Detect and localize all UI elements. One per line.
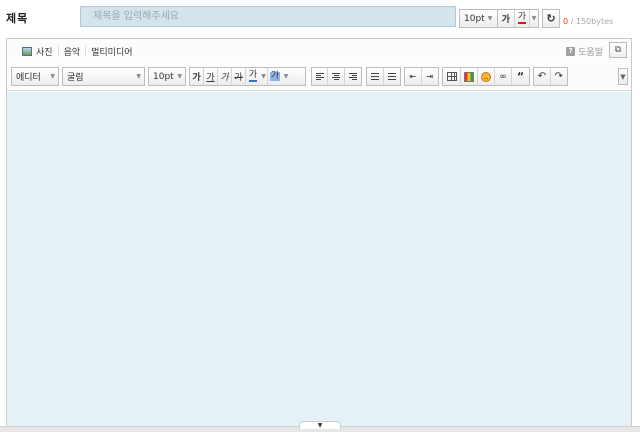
- chevron-down-icon: ▼: [531, 15, 537, 22]
- title-format-group: 가 가 ▼: [497, 9, 539, 28]
- editor: 사진 음악 멀티미디어 ? 도움말 ⧉ 에디터 ▼ 굴림 ▼ 10pt ▼ 가 …: [6, 38, 632, 426]
- align-center-icon: [332, 73, 341, 80]
- redo-button[interactable]: ↷: [551, 68, 567, 85]
- attach-multimedia-label: 멀티미디어: [91, 47, 133, 58]
- font-select[interactable]: 굴림 ▼: [62, 67, 145, 86]
- indent-group: ⇤ ⇥: [404, 67, 439, 86]
- photo-icon: [22, 46, 32, 56]
- bg-color-label: 가: [269, 71, 281, 81]
- chevron-down-icon: ▼: [620, 72, 626, 81]
- title-label: 제목: [6, 12, 29, 25]
- align-center-button[interactable]: [328, 68, 345, 85]
- bg-color-button[interactable]: 가: [268, 68, 282, 85]
- list-group: [366, 67, 401, 86]
- indent-button[interactable]: ⇥: [422, 68, 438, 85]
- color-palette-icon: [464, 71, 474, 82]
- undo-icon: ↶: [537, 71, 546, 82]
- title-color-button[interactable]: 가: [515, 10, 531, 27]
- strike-button[interactable]: 가: [232, 68, 246, 85]
- chevron-down-icon: ▼: [283, 73, 289, 80]
- refresh-icon: ↻: [546, 12, 556, 25]
- chevron-down-icon: ▼: [50, 73, 55, 80]
- align-group: [311, 67, 362, 86]
- underline-button[interactable]: 가: [204, 68, 218, 85]
- link-icon: ∞: [499, 71, 507, 82]
- insert-emoticon-button[interactable]: [478, 68, 495, 85]
- insert-quote-button[interactable]: “: [512, 68, 529, 85]
- outdent-icon: ⇤: [409, 72, 417, 81]
- attach-music-label: 음악: [63, 47, 81, 58]
- chevron-down-icon: ▼: [317, 422, 323, 429]
- chevron-down-icon: ▼: [136, 73, 141, 80]
- attach-photo-label: 사진: [36, 47, 53, 58]
- align-left-button[interactable]: [312, 68, 329, 85]
- align-right-button[interactable]: [345, 68, 361, 85]
- numbered-list-button[interactable]: [367, 68, 384, 85]
- bullet-list-button[interactable]: [384, 68, 400, 85]
- resize-handle[interactable]: ▼: [299, 421, 341, 429]
- editor-content-area[interactable]: [7, 92, 631, 426]
- help-link[interactable]: ? 도움말: [566, 45, 603, 58]
- font-color-label: 가: [248, 70, 258, 82]
- more-toolbar-button[interactable]: ▼: [618, 68, 628, 85]
- font-select-value: 굴림: [67, 73, 84, 83]
- redo-icon: ↷: [554, 71, 563, 82]
- style-select[interactable]: 에디터 ▼: [11, 67, 59, 86]
- attach-multimedia-button[interactable]: 멀티미디어: [86, 46, 137, 58]
- title-color-label: 가: [517, 12, 527, 24]
- size-select[interactable]: 10pt ▼: [148, 67, 186, 86]
- numbered-list-icon: [370, 73, 379, 80]
- bullet-list-icon: [387, 73, 396, 80]
- insert-table-button[interactable]: [443, 68, 461, 85]
- style-select-value: 에디터: [16, 73, 41, 83]
- indent-icon: ⇥: [426, 72, 434, 81]
- help-icon: ?: [566, 47, 576, 56]
- size-select-value: 10pt: [153, 71, 174, 82]
- table-icon: [446, 72, 457, 81]
- title-color-dropdown[interactable]: ▼: [530, 10, 538, 27]
- attach-bar: 사진 음악 멀티미디어: [7, 39, 631, 63]
- font-color-button[interactable]: 가: [246, 68, 260, 85]
- title-font-size-select[interactable]: 10pt ▼: [459, 9, 498, 28]
- chevron-down-icon: ▼: [261, 73, 266, 80]
- chevron-down-icon: ▼: [177, 73, 182, 80]
- byte-count: 0: [563, 17, 569, 26]
- editor-toolbar: 에디터 ▼ 굴림 ▼ 10pt ▼ 가 가 가 가 가 ▼ 가 ▼ ⇤ ⇥ ∞ …: [7, 64, 631, 91]
- byte-counter: 0 / 150bytes: [563, 17, 613, 26]
- insert-link-button[interactable]: ∞: [495, 68, 512, 85]
- quote-icon: “: [516, 70, 525, 83]
- bold-button[interactable]: 가: [190, 68, 204, 85]
- history-group: ↶ ↷: [533, 67, 568, 86]
- insert-group: ∞ “: [442, 67, 530, 86]
- expand-button[interactable]: ⧉: [609, 42, 627, 58]
- title-input[interactable]: [80, 6, 456, 27]
- insert-color-button[interactable]: [461, 68, 478, 85]
- title-bold-button[interactable]: 가: [498, 10, 515, 27]
- font-color-dropdown[interactable]: ▼: [260, 68, 268, 85]
- align-right-icon: [348, 73, 357, 80]
- undo-button[interactable]: ↶: [534, 68, 551, 85]
- byte-limit: / 150bytes: [570, 17, 614, 26]
- align-left-icon: [315, 73, 324, 80]
- help-label: 도움말: [578, 48, 603, 58]
- expand-icon: ⧉: [614, 45, 622, 55]
- emoticon-icon: [481, 71, 491, 82]
- title-font-size-value: 10pt: [464, 13, 485, 24]
- attach-photo-button[interactable]: 사진: [17, 46, 59, 58]
- chevron-down-icon: ▼: [487, 15, 493, 22]
- attach-music-button[interactable]: 음악: [59, 46, 87, 58]
- italic-button[interactable]: 가: [218, 68, 232, 85]
- outdent-button[interactable]: ⇤: [405, 68, 422, 85]
- bg-color-dropdown[interactable]: ▼: [282, 68, 290, 85]
- title-refresh-button[interactable]: ↻: [542, 9, 560, 28]
- text-format-group: 가 가 가 가 가 ▼ 가 ▼: [189, 67, 306, 86]
